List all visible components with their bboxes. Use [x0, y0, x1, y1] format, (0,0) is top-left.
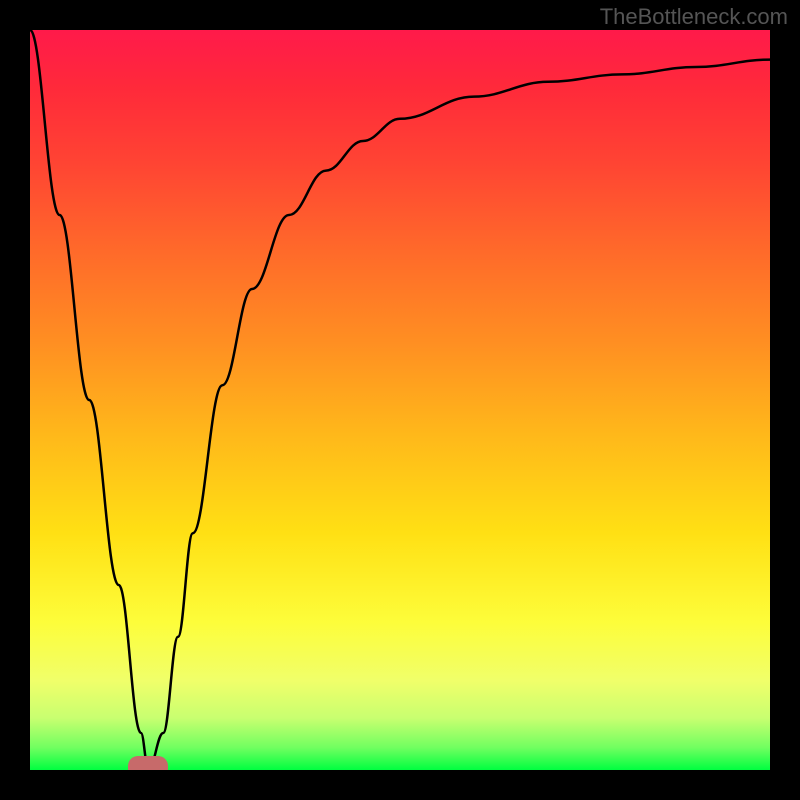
plot-area: [30, 30, 770, 770]
optimum-marker: [128, 756, 168, 770]
bottleneck-curve: [30, 30, 770, 770]
attribution-label: TheBottleneck.com: [600, 4, 788, 30]
